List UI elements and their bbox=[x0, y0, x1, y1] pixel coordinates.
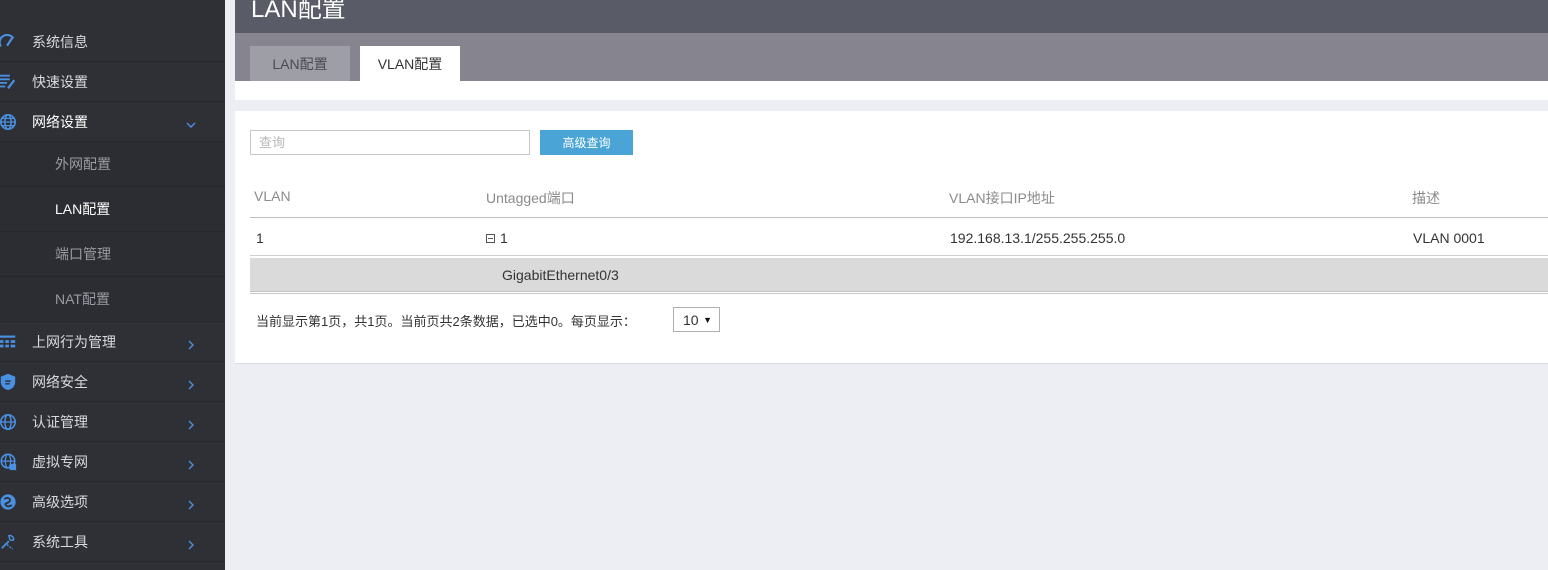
table-row[interactable]: 1 1 192.168.13.1/255.255.255.0 VLAN 0001 bbox=[250, 218, 1548, 256]
vpn-globe-icon bbox=[0, 452, 18, 472]
sidebar-item-label: 认证管理 bbox=[32, 413, 88, 430]
globe-icon bbox=[0, 412, 18, 432]
chevron-right-icon bbox=[186, 337, 196, 349]
table-subrow: GigabitEthernet0/3 bbox=[250, 258, 1548, 292]
tab-bar: LAN配置 VLAN配置 bbox=[235, 33, 1548, 81]
column-header-vlan[interactable]: VLAN bbox=[254, 188, 291, 204]
column-header-untagged-port[interactable]: Untagged端口 bbox=[486, 188, 575, 208]
sidebar-item-label: 虚拟专网 bbox=[32, 453, 88, 470]
sidebar-subitem-wan[interactable]: 外网配置 bbox=[0, 142, 225, 187]
sidebar: 系统信息 快速设置 网络设置 外网配置 LAN配置 端口管理 NAT配置 上网行… bbox=[0, 0, 225, 570]
collapse-icon[interactable] bbox=[486, 234, 495, 243]
tab-vlan-config[interactable]: VLAN配置 bbox=[360, 46, 460, 81]
sidebar-item-label: 网络设置 bbox=[32, 113, 88, 130]
chevron-right-icon bbox=[186, 417, 196, 429]
speedometer-icon bbox=[0, 32, 18, 52]
cell-description: VLAN 0001 bbox=[1413, 230, 1485, 246]
sidebar-item-behavior-management[interactable]: 上网行为管理 bbox=[0, 322, 225, 362]
pagination-info: 当前显示第1页，共1页。当前页共2条数据，已选中0。每页显示： bbox=[256, 314, 636, 329]
tab-content-strip bbox=[235, 81, 1548, 100]
sidebar-subitem-port-management[interactable]: 端口管理 bbox=[0, 232, 225, 277]
sidebar-item-label: 上网行为管理 bbox=[32, 333, 116, 350]
sidebar-item-label: 快速设置 bbox=[32, 73, 88, 90]
cell-vlan: 1 bbox=[256, 230, 264, 246]
sidebar-item-vpn[interactable]: 虚拟专网 bbox=[0, 442, 225, 482]
edit-list-icon bbox=[0, 72, 18, 92]
table-divider bbox=[250, 293, 1548, 294]
cell-untagged-value: 1 bbox=[500, 230, 508, 246]
cell-untagged: 1 bbox=[486, 230, 508, 246]
sidebar-subitem-label: LAN配置 bbox=[55, 201, 111, 217]
shield-icon bbox=[0, 372, 18, 392]
sidebar-item-label: 网络安全 bbox=[32, 373, 88, 390]
advanced-search-button[interactable]: 高级查询 bbox=[540, 130, 633, 155]
sidebar-subitem-label: 端口管理 bbox=[55, 246, 111, 262]
chevron-right-icon bbox=[186, 537, 196, 549]
globe-icon bbox=[0, 112, 18, 132]
sidebar-item-auth-management[interactable]: 认证管理 bbox=[0, 402, 225, 442]
table-header: VLAN Untagged端口 VLAN接口IP地址 描述 bbox=[250, 176, 1548, 218]
cell-port-name: GigabitEthernet0/3 bbox=[502, 267, 619, 283]
column-header-description[interactable]: 描述 bbox=[1412, 188, 1440, 208]
page-size-value: 10 bbox=[683, 311, 699, 328]
sidebar-subitem-nat[interactable]: NAT配置 bbox=[0, 277, 225, 322]
page-size-select[interactable]: 10 ▼ bbox=[673, 307, 720, 332]
tools-icon bbox=[0, 532, 18, 552]
sidebar-subitem-label: NAT配置 bbox=[55, 291, 110, 307]
chevron-right-icon bbox=[186, 497, 196, 509]
cell-ip: 192.168.13.1/255.255.255.0 bbox=[950, 230, 1126, 246]
sidebar-item-label: 系统工具 bbox=[32, 533, 88, 550]
sidebar-item-network-security[interactable]: 网络安全 bbox=[0, 362, 225, 402]
chevron-right-icon bbox=[186, 377, 196, 389]
settings-circle-icon bbox=[0, 492, 18, 512]
sidebar-subitem-lan[interactable]: LAN配置 bbox=[0, 187, 225, 232]
sidebar-item-label: 系统信息 bbox=[32, 33, 88, 50]
sidebar-item-advanced-options[interactable]: 高级选项 bbox=[0, 482, 225, 522]
sidebar-item-quick-setup[interactable]: 快速设置 bbox=[0, 62, 225, 102]
column-header-vlan-ip[interactable]: VLAN接口IP地址 bbox=[949, 188, 1055, 208]
caret-down-icon: ▼ bbox=[703, 315, 712, 325]
vlan-panel: 高级查询 VLAN Untagged端口 VLAN接口IP地址 描述 1 1 1… bbox=[235, 111, 1548, 364]
sidebar-item-system-tools[interactable]: 系统工具 bbox=[0, 522, 225, 562]
tab-lan-config[interactable]: LAN配置 bbox=[250, 46, 350, 81]
sidebar-subitem-label: 外网配置 bbox=[55, 156, 111, 172]
search-input[interactable] bbox=[250, 130, 530, 155]
chevron-down-icon bbox=[186, 117, 196, 128]
page-header: LAN配置 bbox=[235, 0, 1548, 33]
chevron-right-icon bbox=[186, 457, 196, 469]
page-title: LAN配置 bbox=[251, 0, 346, 23]
grid-icon bbox=[0, 332, 18, 352]
sidebar-item-system-info[interactable]: 系统信息 bbox=[0, 22, 225, 62]
sidebar-item-label: 高级选项 bbox=[32, 493, 88, 510]
sidebar-item-network-settings[interactable]: 网络设置 bbox=[0, 102, 225, 142]
